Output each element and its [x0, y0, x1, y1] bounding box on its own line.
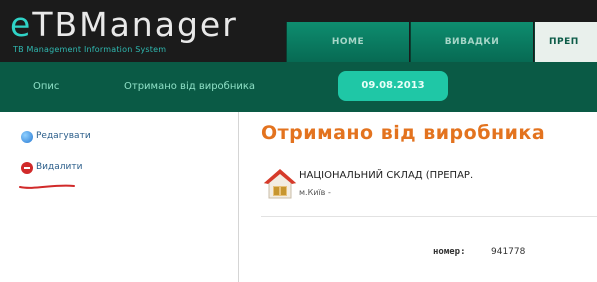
main-content: Отримано від виробника НАЦІОНАЛЬНИЙ СКЛА…	[239, 112, 597, 282]
tab-cases[interactable]: ВИВАДКИ	[410, 22, 533, 62]
tab-home[interactable]: HOME	[286, 22, 409, 62]
logo-title-rest: TBManager	[32, 5, 238, 44]
logo-title-e: e	[10, 5, 33, 44]
logo-title: eTBManager	[10, 8, 238, 41]
delete-icon	[21, 162, 33, 174]
logo: eTBManager TB Management Information Sys…	[10, 8, 238, 54]
app-window: eTBManager TB Management Information Sys…	[0, 0, 597, 282]
tab-medicines[interactable]: ПРЕП	[534, 22, 597, 62]
date-badge: 09.08.2013	[338, 71, 448, 101]
page-title: Отримано від виробника	[261, 122, 546, 144]
sidebar: Редагувати Видалити	[0, 112, 239, 282]
edit-action-label: Редагувати	[36, 131, 91, 141]
warehouse-house-icon	[263, 169, 297, 199]
edit-globe-icon	[21, 131, 33, 143]
warehouse-city: м.Київ -	[299, 188, 331, 197]
delete-action-label: Видалити	[36, 162, 83, 172]
logo-subtitle: TB Management Information System	[13, 45, 167, 54]
red-underline-mark	[19, 184, 75, 189]
crumb-description[interactable]: Опис	[33, 62, 59, 112]
header-bar: eTBManager TB Management Information Sys…	[0, 0, 597, 62]
sub-navigation-bar: Опис Отримано від виробника	[0, 62, 597, 112]
crumb-received-from-manufacturer[interactable]: Отримано від виробника	[124, 62, 255, 112]
number-value: 941778	[491, 247, 526, 257]
warehouse-name[interactable]: НАЦІОНАЛЬНИЙ СКЛАД (ПРЕПАР.	[299, 170, 473, 181]
number-label: номер:	[433, 247, 466, 257]
content-divider	[261, 216, 597, 217]
